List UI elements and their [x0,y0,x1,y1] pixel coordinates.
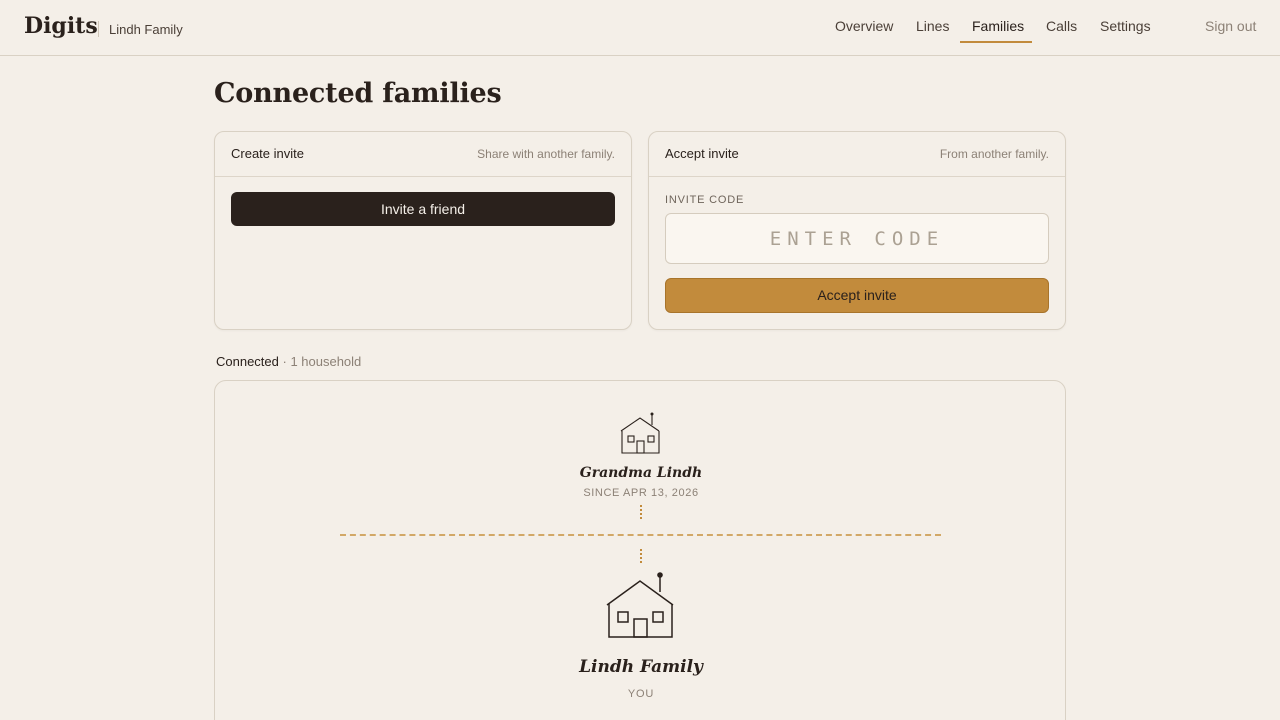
invite-code-label: INVITE CODE [665,194,745,206]
house-icon [606,572,674,638]
nav-families[interactable]: Families [972,18,1024,43]
create-invite-header: Create invite Share with another family. [215,132,631,177]
nav-settings[interactable]: Settings [1100,18,1151,43]
active-nav-indicator [960,41,1032,43]
invite-code-input[interactable] [665,213,1049,264]
page-title: Connected families [214,78,502,109]
top-bar: Digits Lindh Family Overview Lines Famil… [0,0,1280,56]
connector-line [340,534,941,536]
accept-invite-button[interactable]: Accept invite [665,278,1049,313]
nav-overview[interactable]: Overview [835,18,893,43]
main-nav: Overview Lines Families Calls Settings [0,18,1280,48]
accept-invite-title: Accept invite [665,146,739,161]
connected-label: Connected [216,354,279,369]
family-tree-card: Grandma Lindh SINCE APR 13, 2026 Lindh F… [214,380,1066,720]
connected-summary: Connected · 1 household [216,354,361,369]
household-name[interactable]: Grandma Lindh [215,465,1067,481]
invite-friend-button[interactable]: Invite a friend [231,192,615,226]
nav-lines[interactable]: Lines [916,18,949,43]
connector-dots-top [640,505,642,519]
sign-out-link[interactable]: Sign out [1205,18,1256,34]
accept-invite-hint: From another family. [939,147,1049,161]
household-since: SINCE APR 13, 2026 [583,487,699,499]
create-invite-title: Create invite [231,146,304,161]
accept-invite-header: Accept invite From another family. [649,132,1065,177]
nav-calls[interactable]: Calls [1046,18,1077,43]
create-invite-hint: Share with another family. [477,147,615,161]
connector-dots-bottom [640,549,642,563]
own-family-name: Lindh Family [579,657,703,677]
accept-invite-card: Accept invite From another family. INVIT… [648,131,1066,330]
you-badge: YOU [627,688,655,700]
house-icon [620,412,660,454]
create-invite-card: Create invite Share with another family.… [214,131,632,330]
connected-count: · 1 household [278,354,362,369]
